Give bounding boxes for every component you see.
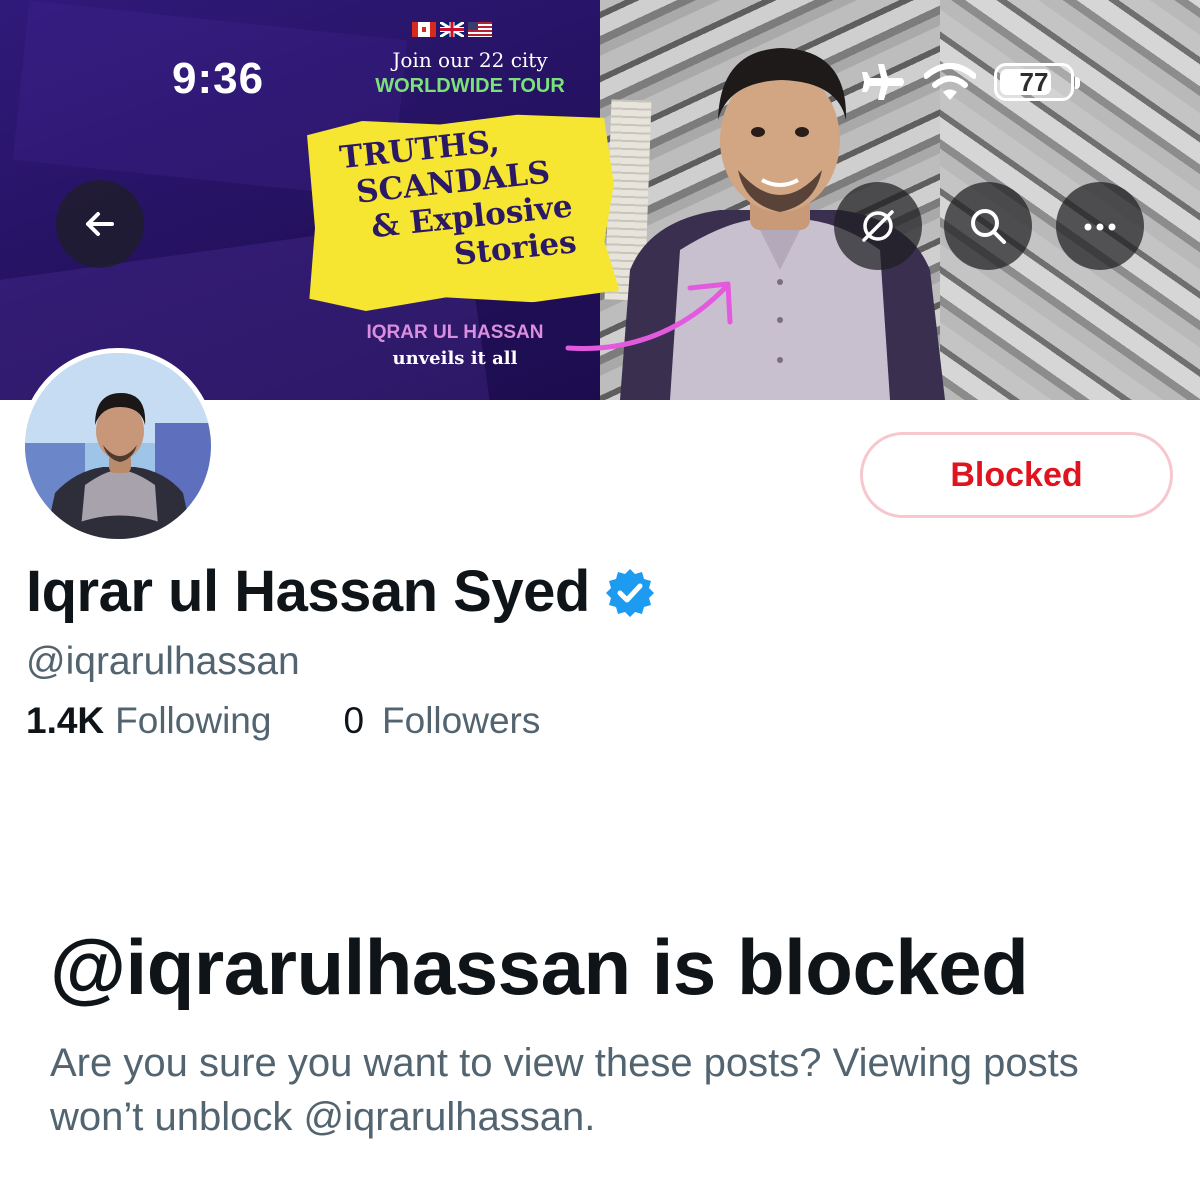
follow-stats: 1.4K Following 0 Followers [26,700,540,742]
usa-flag-icon [468,22,492,37]
wifi-icon [924,63,976,100]
status-icons: 77 [858,60,1080,104]
followers-count: 0 [343,700,365,741]
ellipsis-icon [1084,223,1116,231]
back-button[interactable] [56,180,144,268]
following-link[interactable]: 1.4K Following [26,700,271,742]
profile-banner[interactable]: Join our 22 city WORLDWIDE TOUR TRUTHS, … [0,0,1200,400]
country-flags [412,22,492,37]
tour-promo-title: WORLDWIDE TOUR [375,75,565,97]
uk-flag-icon [440,22,464,37]
display-name: Iqrar ul Hassan Syed [26,559,590,624]
blocked-notice-description: Are you sure you want to view these post… [50,1041,1079,1139]
status-time: 9:36 [172,54,265,103]
blocked-notice-title: @iqrarulhassan is blocked [50,923,1029,1011]
display-name-row: Iqrar ul Hassan Syed [26,558,656,625]
more-options-button[interactable] [1056,182,1144,270]
search-icon [971,209,1006,244]
banner-host-subline: unveils it all [392,348,518,369]
slashed-circle-icon [862,210,894,242]
banner-host-name: IQRAR UL HASSAN [366,322,544,343]
followers-label: Followers [382,700,541,741]
verified-badge-icon[interactable] [604,566,656,618]
followers-link[interactable]: 0 Followers [343,700,540,742]
following-label: Following [115,700,272,741]
pink-arrow-icon [565,281,733,351]
battery-indicator: 77 [994,63,1080,101]
tour-promo-text: Join our 22 city [392,48,548,72]
profile-avatar[interactable] [20,348,216,544]
banner-headline: TRUTHS, SCANDALS & Explosive Stories [313,114,607,286]
canada-flag-icon [412,22,436,37]
profile-handle: @iqrarulhassan [26,640,300,683]
avatar-photo [25,353,211,539]
grok-button[interactable] [834,182,922,270]
following-count: 1.4K [26,700,105,741]
blocked-button[interactable]: Blocked [860,432,1173,518]
arrow-left-icon [86,212,114,236]
airplane-mode-icon [862,64,904,100]
search-button[interactable] [944,182,1032,270]
battery-percentage: 77 [1019,66,1049,97]
